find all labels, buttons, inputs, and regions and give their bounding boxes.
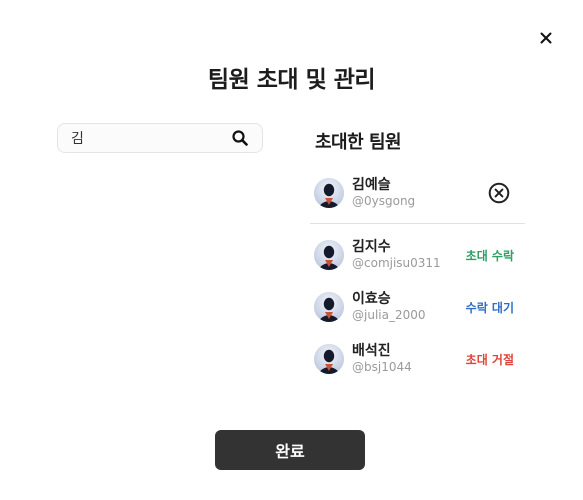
member-handle: @bsj1044 bbox=[352, 360, 412, 374]
search-input[interactable] bbox=[71, 124, 221, 152]
search-box bbox=[57, 123, 263, 153]
avatar bbox=[314, 240, 344, 270]
avatar bbox=[314, 178, 344, 208]
selected-member: 김예슬 @0ysgong bbox=[314, 174, 525, 214]
avatar-icon bbox=[314, 240, 344, 270]
status-badge-pending: 수락 대기 bbox=[465, 301, 514, 315]
member-handle: @comjisu0311 bbox=[352, 256, 441, 270]
circle-x-icon bbox=[488, 182, 510, 204]
remove-member-button[interactable] bbox=[488, 182, 510, 204]
invite-dialog: 팀원 초대 및 관리 초대한 팀원 김 bbox=[0, 0, 583, 500]
divider bbox=[310, 223, 525, 224]
status-badge-rejected: 초대 거절 bbox=[465, 353, 514, 367]
avatar-icon bbox=[314, 344, 344, 374]
status-badge-accepted: 초대 수락 bbox=[465, 249, 514, 263]
member-name: 김예슬 bbox=[352, 177, 391, 193]
member-name: 배석진 bbox=[352, 343, 391, 359]
invited-member-row: 김지수 @comjisu0311 초대 수락 bbox=[314, 236, 525, 276]
invited-member-row: 이효승 @julia_2000 수락 대기 bbox=[314, 288, 525, 328]
member-name: 이효승 bbox=[352, 291, 391, 307]
avatar-icon bbox=[314, 178, 344, 208]
search-button[interactable] bbox=[232, 130, 248, 146]
member-name: 김지수 bbox=[352, 239, 391, 255]
close-icon bbox=[540, 32, 552, 44]
invited-members-title: 초대한 팀원 bbox=[315, 132, 402, 153]
member-handle: @julia_2000 bbox=[352, 308, 426, 322]
member-handle: @0ysgong bbox=[352, 194, 416, 208]
close-button[interactable] bbox=[537, 29, 555, 47]
avatar bbox=[314, 292, 344, 322]
avatar-icon bbox=[314, 292, 344, 322]
invited-member-row: 배석진 @bsj1044 초대 거절 bbox=[314, 340, 525, 380]
dialog-title: 팀원 초대 및 관리 bbox=[207, 67, 376, 93]
done-button[interactable]: 완료 bbox=[215, 430, 365, 470]
search-icon bbox=[232, 130, 248, 146]
avatar bbox=[314, 344, 344, 374]
